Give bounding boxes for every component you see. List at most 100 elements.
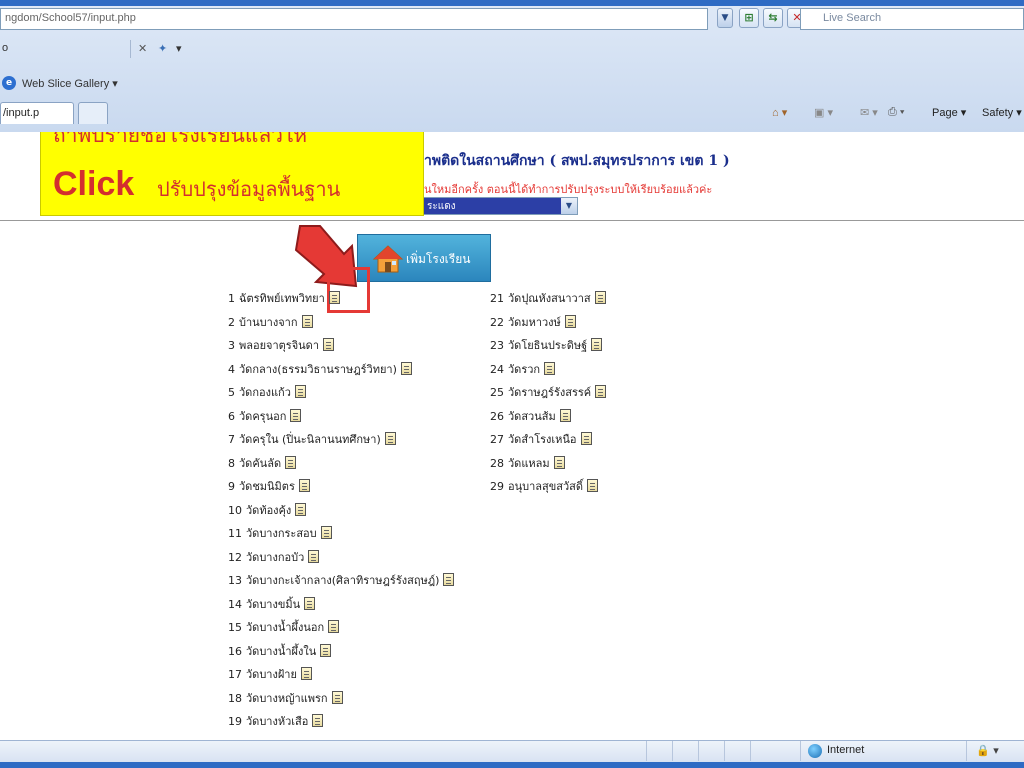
page-title: าพติดในสถานศึกษา ( สพป.สมุทรปราการ เขต 1… xyxy=(424,153,730,169)
address-dropdown-button[interactable]: ▼ xyxy=(717,8,733,28)
school-list-item: 22 วัดมหาวงษ์ xyxy=(490,311,606,335)
school-number: 29 xyxy=(490,480,504,493)
edit-document-icon[interactable] xyxy=(384,432,396,445)
callout-line-1: ถ้าพบรายชื่อโรงเรียนแล้วให้ xyxy=(53,132,308,147)
chevron-down-icon[interactable]: ▾ xyxy=(176,42,182,55)
divider xyxy=(0,220,1024,221)
page-menu[interactable]: Page ▾ xyxy=(932,106,966,119)
school-name: พลอยจาตุรจินดา xyxy=(239,339,320,352)
school-number: 19 xyxy=(228,715,242,728)
school-number: 10 xyxy=(228,503,242,517)
edit-document-icon[interactable] xyxy=(591,338,603,351)
school-number: 25 xyxy=(490,386,504,399)
protected-mode-control[interactable]: 🔒 ▾ xyxy=(976,744,999,757)
edit-document-icon[interactable] xyxy=(290,408,302,422)
tab-active[interactable]: /input.p xyxy=(0,102,74,124)
school-number: 11 xyxy=(228,527,242,540)
edit-document-icon[interactable] xyxy=(320,526,332,539)
status-select-value: ระแดง xyxy=(427,201,456,212)
school-name: วัดปุณหังสนาวาส xyxy=(508,292,591,305)
edit-document-icon[interactable] xyxy=(443,573,455,586)
browser-chrome: ngdom/School57/input.php ▼ ⊞ ⇆ ✕ o Live … xyxy=(0,0,1024,132)
status-cell xyxy=(646,741,647,761)
school-list-item: 16 วัดบางน้ำผึ้งใน xyxy=(228,640,454,664)
edit-document-icon[interactable] xyxy=(595,385,607,398)
edit-document-icon[interactable] xyxy=(328,620,340,633)
edit-document-icon[interactable] xyxy=(298,479,310,492)
school-name: วัดคันลัด xyxy=(239,456,282,470)
school-name: วัดแหลม xyxy=(508,456,550,470)
school-list-item: 15 วัดบางน้ำผึ้งนอก xyxy=(228,616,454,640)
school-list-item: 26 วัดสวนส้ม xyxy=(490,405,606,429)
school-list-item: 10 วัดท้องคุ้ง xyxy=(228,499,454,523)
taskbar-strip xyxy=(0,762,1024,768)
school-number: 6 xyxy=(228,409,235,423)
edit-document-icon[interactable] xyxy=(328,291,340,304)
refresh-icon[interactable]: ⇆ xyxy=(763,8,783,28)
edit-document-icon[interactable] xyxy=(400,361,412,375)
school-list-item: 17 วัดบางฝ้าย xyxy=(228,663,454,687)
menu-item[interactable]: o xyxy=(2,42,8,54)
school-name: วัดท้องคุ้ง xyxy=(246,503,292,517)
school-number: 7 xyxy=(228,433,235,446)
edit-document-icon[interactable] xyxy=(331,690,343,704)
new-tab-button[interactable] xyxy=(78,102,108,124)
school-number: 3 xyxy=(228,339,235,352)
addon-icon[interactable]: ✦ xyxy=(158,42,167,55)
school-list-item: 23 วัดโยธินประดิษฐ์ xyxy=(490,334,606,358)
callout-click-word: Click xyxy=(53,165,135,203)
add-school-button[interactable]: เพิ่มโรงเรียน xyxy=(357,234,491,282)
edit-document-icon[interactable] xyxy=(320,643,332,657)
school-number: 16 xyxy=(228,644,242,658)
safety-menu[interactable]: Safety ▾ xyxy=(982,106,1022,119)
school-number: 4 xyxy=(228,362,235,376)
school-name: วัดกลาง(ธรรมวิธานราษฎร์วิทยา) xyxy=(239,362,397,376)
school-list-item: 7 วัดครุใน (ปิ่นะนิลานนทศึกษา) xyxy=(228,428,454,452)
school-list-item: 24 วัดรวก xyxy=(490,358,606,382)
mail-icon[interactable]: ✉ ▾ xyxy=(860,106,878,119)
edit-document-icon[interactable] xyxy=(285,455,297,469)
school-number: 24 xyxy=(490,362,504,376)
school-name: วัดบางกอบัว xyxy=(246,550,305,564)
compatibility-view-icon[interactable]: ⊞ xyxy=(739,8,759,28)
edit-document-icon[interactable] xyxy=(308,549,320,563)
edit-document-icon[interactable] xyxy=(294,385,306,398)
school-list-item: 14 วัดบางขมิ้น xyxy=(228,593,454,617)
edit-document-icon[interactable] xyxy=(587,479,599,492)
edit-document-icon[interactable] xyxy=(295,502,307,516)
edit-document-icon[interactable] xyxy=(312,714,324,727)
status-select[interactable]: ระแดง ▼ xyxy=(422,197,578,215)
school-name: ฉัตรทิพย์เทพวิทยา xyxy=(239,292,325,305)
school-name: วัดครุนอก xyxy=(239,409,287,423)
school-list-item: 29 อนุบาลสุขสวัสดิ์ xyxy=(490,475,606,499)
school-number: 8 xyxy=(228,456,235,470)
favorites-bar: Web Slice Gallery ▾ xyxy=(0,72,1024,94)
school-number: 17 xyxy=(228,668,242,681)
edit-document-icon[interactable] xyxy=(300,667,312,680)
web-slice-gallery-link[interactable]: Web Slice Gallery ▾ xyxy=(22,77,118,90)
edit-document-icon[interactable] xyxy=(544,361,556,375)
address-bar[interactable]: ngdom/School57/input.php xyxy=(0,8,708,30)
edit-document-icon[interactable] xyxy=(304,596,316,610)
school-name: วัดโยธินประดิษฐ์ xyxy=(508,339,588,352)
school-name: วัดบางหญ้าแพรก xyxy=(246,691,328,705)
edit-document-icon[interactable] xyxy=(301,314,313,328)
search-input[interactable]: Live Search xyxy=(800,8,1024,30)
edit-document-icon[interactable] xyxy=(580,432,592,445)
command-bar: ⌂ ▾ ▣ ▾ ✉ ▾ ⎙ ▾ Page ▾ Safety ▾ T xyxy=(724,102,1024,124)
school-number: 23 xyxy=(490,339,504,352)
print-icon[interactable]: ⎙ ▾ xyxy=(888,106,904,119)
edit-document-icon[interactable] xyxy=(323,338,335,351)
school-name: วัดสำโรงเหนือ xyxy=(508,433,577,446)
school-number: 1 xyxy=(228,292,235,305)
chevron-down-icon[interactable]: ▼ xyxy=(561,198,577,214)
edit-document-icon[interactable] xyxy=(553,455,565,469)
edit-document-icon[interactable] xyxy=(564,314,576,328)
school-list-item: 25 วัดราษฎร์รังสรรค์ xyxy=(490,381,607,405)
edit-document-icon[interactable] xyxy=(559,408,571,422)
close-icon[interactable]: ✕ xyxy=(138,42,147,55)
school-number: 2 xyxy=(228,315,235,329)
home-icon[interactable]: ⌂ ▾ xyxy=(772,106,787,119)
feeds-icon[interactable]: ▣ ▾ xyxy=(814,106,833,119)
edit-document-icon[interactable] xyxy=(594,291,606,304)
